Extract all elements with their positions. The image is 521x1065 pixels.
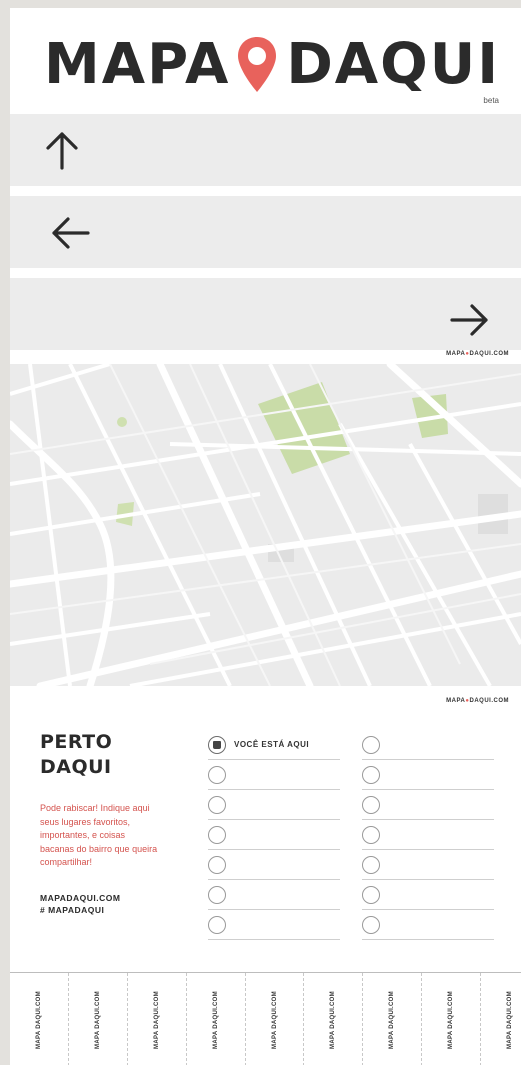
site-link: MAPADAQUI.COM	[40, 892, 121, 903]
band-right	[10, 278, 521, 350]
logo-word-mapa: MAPA	[44, 32, 231, 97]
checkbox-circle[interactable]	[208, 766, 226, 784]
credit-top-right: DAQUI.COM	[469, 351, 509, 357]
checkbox-circle[interactable]	[208, 796, 226, 814]
checkbox-circle[interactable]	[362, 736, 380, 754]
tear-off-tab-label: MAPA DAQUI.COM	[153, 990, 160, 1049]
credit-bottom-right: DAQUI.COM	[469, 698, 509, 704]
checkbox-circle[interactable]	[208, 856, 226, 874]
checklist-row	[208, 850, 340, 880]
checkbox-circle[interactable]	[362, 886, 380, 904]
map-pin-icon	[238, 37, 277, 92]
logo: MAPA DAQUI	[44, 30, 500, 100]
tear-off-tab-label: MAPA DAQUI.COM	[448, 990, 455, 1049]
checkbox-circle[interactable]	[362, 826, 380, 844]
checkbox-circle[interactable]	[208, 826, 226, 844]
perto-description: Pode rabiscar! Indique aqui seus lugares…	[40, 803, 158, 868]
arrow-left-icon	[52, 217, 90, 249]
logo-word-daqui: DAQUI	[286, 32, 501, 97]
tear-off-tab[interactable]: MAPA DAQUI.COM	[246, 973, 305, 1065]
perto-title-line1: PERTO	[40, 731, 113, 753]
you-are-here-label: VOCÊ ESTÁ AQUI	[234, 740, 310, 749]
header: MAPA DAQUI beta	[10, 8, 521, 112]
tear-off-tab-label: MAPA DAQUI.COM	[94, 990, 101, 1049]
tear-off-tab-label: MAPA DAQUI.COM	[271, 990, 278, 1049]
checklist-row: VOCÊ ESTÁ AQUI	[208, 730, 340, 760]
checkbox-circle[interactable]	[362, 856, 380, 874]
band-up	[10, 114, 521, 186]
arrow-up-icon	[46, 132, 78, 170]
checkbox-circle[interactable]	[208, 916, 226, 934]
checklist-column-2	[362, 730, 494, 940]
checklist-column-1: VOCÊ ESTÁ AQUI	[208, 730, 340, 940]
checklist-row	[362, 850, 494, 880]
credit-top-left: MAPA	[446, 351, 466, 357]
hashtag-label: # MAPADAQUI	[40, 904, 105, 915]
tear-off-tab-label: MAPA DAQUI.COM	[212, 990, 219, 1049]
tear-off-tabs: MAPA DAQUI.COM MAPA DAQUI.COM MAPA DAQUI.C…	[10, 972, 521, 1065]
tear-off-tab-label: MAPA DAQUI.COM	[35, 990, 42, 1049]
tear-off-tab[interactable]: MAPA DAQUI.COM	[10, 973, 69, 1065]
tear-off-tab[interactable]: MAPA DAQUI.COM	[363, 973, 423, 1065]
perto-daqui-section: PERTO DAQUI Pode rabiscar! Indique aqui …	[40, 730, 190, 916]
credit-bottom-left: MAPA	[446, 698, 466, 704]
checklist-row	[362, 880, 494, 910]
checkbox-circle[interactable]	[362, 916, 380, 934]
checklist-row	[208, 910, 340, 940]
tear-off-tab-label: MAPA DAQUI.COM	[389, 990, 396, 1049]
checklist-row	[362, 820, 494, 850]
street-map	[10, 364, 521, 686]
tear-off-tab-label: MAPA DAQUI.COM	[506, 990, 513, 1049]
checklist-row	[362, 790, 494, 820]
checklist-row	[208, 820, 340, 850]
credit-top: MAPA●DAQUI.COM	[446, 351, 509, 357]
arrow-right-icon	[450, 304, 488, 336]
checklist-row	[208, 790, 340, 820]
checklist-row	[362, 910, 494, 940]
street-map-graphic	[10, 364, 521, 686]
tear-off-tab-label: MAPA DAQUI.COM	[330, 990, 337, 1049]
tear-off-tab[interactable]: MAPA DAQUI.COM	[69, 973, 128, 1065]
checkbox-circle[interactable]	[208, 886, 226, 904]
checkbox-circle[interactable]	[362, 796, 380, 814]
tear-off-tab[interactable]: MAPA DAQUI.COM	[187, 973, 246, 1065]
band-left	[10, 196, 521, 268]
home-icon	[208, 736, 226, 754]
credit-bottom: MAPA●DAQUI.COM	[446, 698, 509, 704]
checklist-row	[362, 760, 494, 790]
tear-off-tab[interactable]: MAPA DAQUI.COM	[304, 973, 364, 1065]
checkbox-circle[interactable]	[362, 766, 380, 784]
perto-title-line2: DAQUI	[40, 756, 112, 778]
checklist-row	[362, 730, 494, 760]
tear-off-tab[interactable]: MAPA DAQUI.COM	[481, 973, 521, 1065]
perto-links: MAPADAQUI.COM # MAPADAQUI	[40, 892, 190, 916]
checklist-row	[208, 880, 340, 910]
poster: MAPA DAQUI beta MAPA●DAQUI.COM MAPA●DAQU…	[10, 8, 521, 1065]
checklist-row	[208, 760, 340, 790]
tear-off-tab[interactable]: MAPA DAQUI.COM	[422, 973, 481, 1065]
tear-off-tab[interactable]: MAPA DAQUI.COM	[128, 973, 187, 1065]
beta-label: beta	[483, 96, 499, 105]
